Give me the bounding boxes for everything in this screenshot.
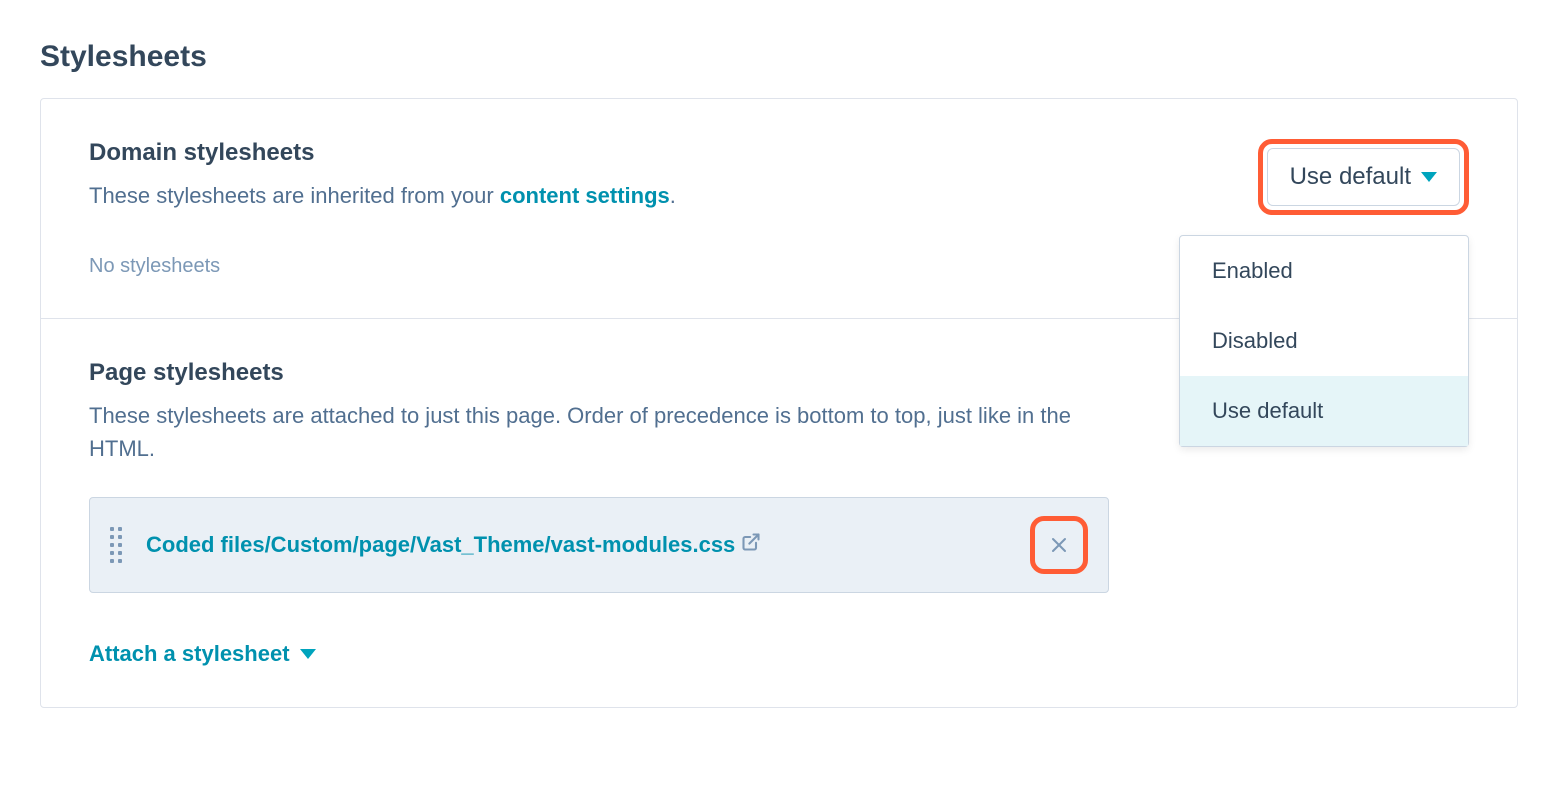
- dropdown-menu: Enabled Disabled Use default: [1179, 235, 1469, 447]
- content-settings-link[interactable]: content settings: [500, 183, 670, 208]
- stylesheet-file-link[interactable]: Coded files/Custom/page/Vast_Theme/vast-…: [146, 532, 1006, 558]
- caret-down-icon: [300, 649, 316, 659]
- attach-stylesheet-button[interactable]: Attach a stylesheet: [89, 641, 1469, 667]
- domain-section-desc: These stylesheets are inherited from you…: [89, 179, 676, 212]
- highlight-annotation-remove: [1030, 516, 1088, 574]
- highlight-annotation: Use default: [1258, 139, 1469, 215]
- domain-section-title: Domain stylesheets: [89, 139, 676, 167]
- use-default-dropdown-wrapper: Use default Enabled Disabled Use default: [1258, 139, 1469, 215]
- attach-stylesheet-label: Attach a stylesheet: [89, 641, 290, 667]
- stylesheet-row: Coded files/Custom/page/Vast_Theme/vast-…: [89, 497, 1109, 593]
- external-link-icon: [741, 532, 761, 558]
- dropdown-option-enabled[interactable]: Enabled: [1180, 236, 1468, 306]
- drag-handle-icon[interactable]: [110, 527, 122, 563]
- page-title: Stylesheets: [40, 40, 1518, 74]
- close-icon: [1050, 536, 1068, 554]
- desc-text-before: These stylesheets are inherited from you…: [89, 183, 500, 208]
- stylesheets-panel: Domain stylesheets These stylesheets are…: [40, 98, 1518, 708]
- dropdown-selected-label: Use default: [1290, 163, 1411, 191]
- dropdown-option-disabled[interactable]: Disabled: [1180, 306, 1468, 376]
- dropdown-option-use-default[interactable]: Use default: [1180, 376, 1468, 446]
- stylesheet-path-label: Coded files/Custom/page/Vast_Theme/vast-…: [146, 532, 735, 558]
- use-default-dropdown[interactable]: Use default: [1267, 148, 1460, 206]
- domain-stylesheets-section: Domain stylesheets These stylesheets are…: [41, 99, 1517, 318]
- desc-text-after: .: [670, 183, 676, 208]
- page-section-desc: These stylesheets are attached to just t…: [89, 399, 1089, 465]
- caret-down-icon: [1421, 172, 1437, 182]
- remove-stylesheet-button[interactable]: [1037, 523, 1081, 567]
